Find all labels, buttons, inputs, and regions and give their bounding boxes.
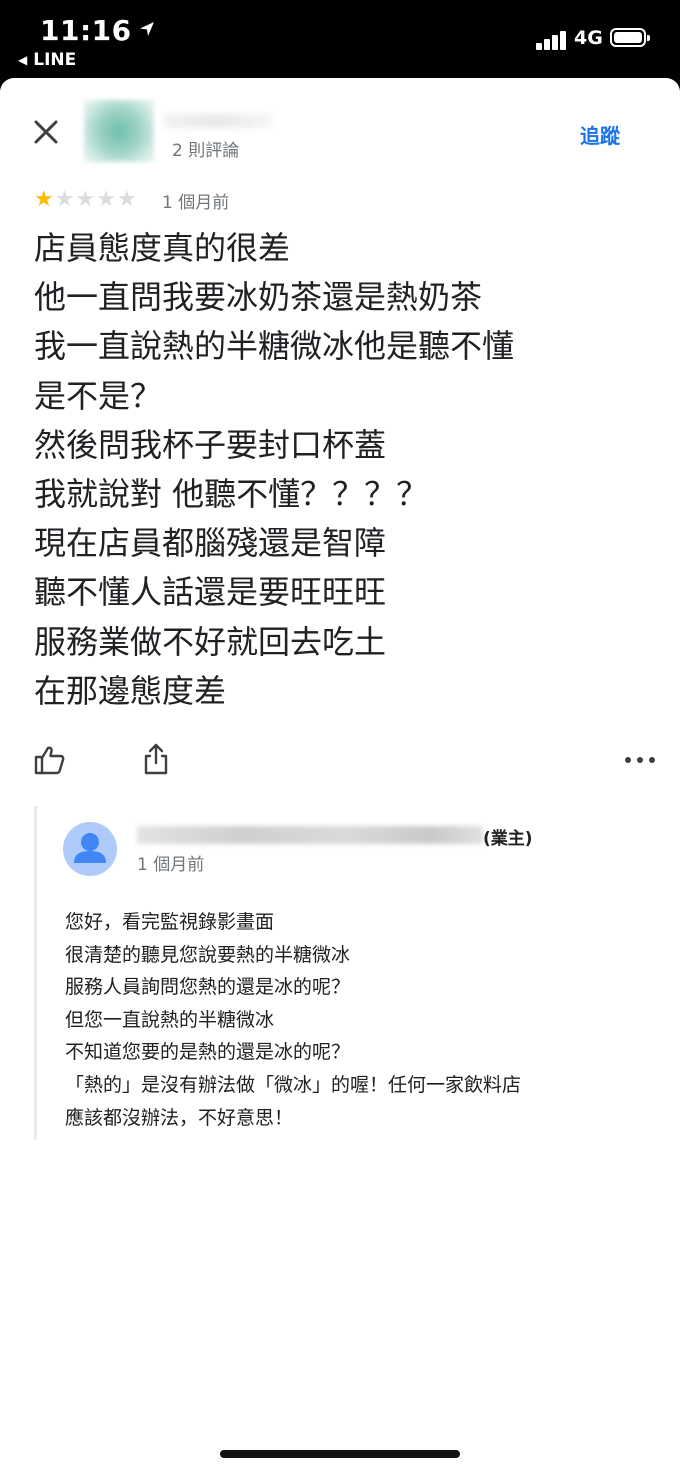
reviewer-name-redacted[interactable] (164, 114, 272, 128)
network-type: 4G (574, 27, 603, 49)
star-icon: ★ (75, 187, 96, 212)
reviewer-review-count: 2 則評論 (172, 141, 240, 161)
more-icon[interactable] (624, 752, 656, 768)
signal-icon (536, 30, 568, 50)
review-line: 服務業做不好就回去吃土 (34, 622, 387, 661)
follow-button[interactable]: 追蹤 (580, 120, 620, 149)
share-icon[interactable] (141, 742, 171, 776)
reply-line: 服務人員詢問您熱的還是冰的呢？ (65, 976, 351, 999)
location-arrow-icon (138, 12, 156, 45)
review-line: 聽不懂人話還是要旺旺旺 (34, 573, 387, 612)
reply-line: 您好，看完監視錄影畫面 (65, 911, 275, 933)
review-line: 現在店員都腦殘還是智障 (34, 524, 387, 563)
review-line: 我一直說熱的半糖微冰他是聽不懂 (34, 327, 515, 366)
review-line: 在那邊態度差 (34, 671, 227, 710)
star-icon: ★ (96, 187, 116, 212)
battery-icon (610, 28, 650, 47)
reply-line: 但您一直說熱的半糖微冰 (65, 1008, 275, 1031)
back-app-label: LINE (33, 50, 77, 70)
review-line: 是不是？ (34, 376, 163, 415)
owner-name-redacted[interactable] (137, 826, 483, 844)
reply-line: 不知道您要的是熱的還是冰的呢？ (65, 1041, 351, 1064)
back-triangle-icon: ◀ (18, 53, 28, 67)
back-to-app-button[interactable]: ◀ LINE (18, 50, 76, 70)
status-bar: 11:16 ◀ LINE 4G (0, 0, 680, 78)
review-line: 我就說對 他聽不懂？？？？ (34, 475, 429, 514)
review-sheet: 2 則評論 追蹤 ★★★★★ 1 個月前 店員態度真的很差 他一直問我要冰奶茶還… (0, 78, 680, 1472)
reply-text: 您好，看完監視錄影畫面 很清楚的聽見您說要熱的半糖微冰 服務人員詢問您熱的還是冰… (65, 906, 655, 1134)
owner-tag: (業主) (483, 829, 533, 849)
star-icon: ★ (34, 187, 54, 212)
review-time: 1 個月前 (162, 193, 230, 213)
status-time: 11:16 (40, 12, 156, 47)
star-icon: ★ (54, 187, 75, 212)
review-line: 他一直問我要冰奶茶還是熱奶茶 (34, 278, 483, 317)
star-icon: ★ (116, 187, 137, 212)
review-line: 然後問我杯子要封口杯蓋 (34, 425, 387, 464)
home-indicator[interactable] (220, 1450, 460, 1458)
reply-line: 很清楚的聽見您說要熱的半糖微冰 (65, 943, 351, 966)
person-icon[interactable] (63, 822, 117, 876)
reply-line: 應該都沒辦法，不好意思！ (65, 1106, 294, 1129)
close-icon[interactable] (32, 118, 60, 146)
star-rating: ★★★★★ (34, 189, 138, 211)
reviewer-avatar[interactable] (84, 100, 154, 162)
review-body: 店員態度真的很差 他一直問我要冰奶茶還是熱奶茶 我一直說熱的半糖微冰他是聽不懂 … (34, 224, 654, 716)
owner-reply: (業主) 1 個月前 您好，看完監視錄影畫面 很清楚的聽見您說要熱的半糖微冰 服… (34, 806, 647, 1140)
thumbs-up-icon[interactable] (34, 744, 66, 776)
reply-line: 「熱的」是沒有辦法做「微冰」的喔！任何一家飲料店 (65, 1073, 522, 1096)
reply-time: 1 個月前 (137, 855, 205, 875)
clock: 11:16 (40, 14, 132, 47)
review-line: 店員態度真的很差 (34, 229, 291, 267)
